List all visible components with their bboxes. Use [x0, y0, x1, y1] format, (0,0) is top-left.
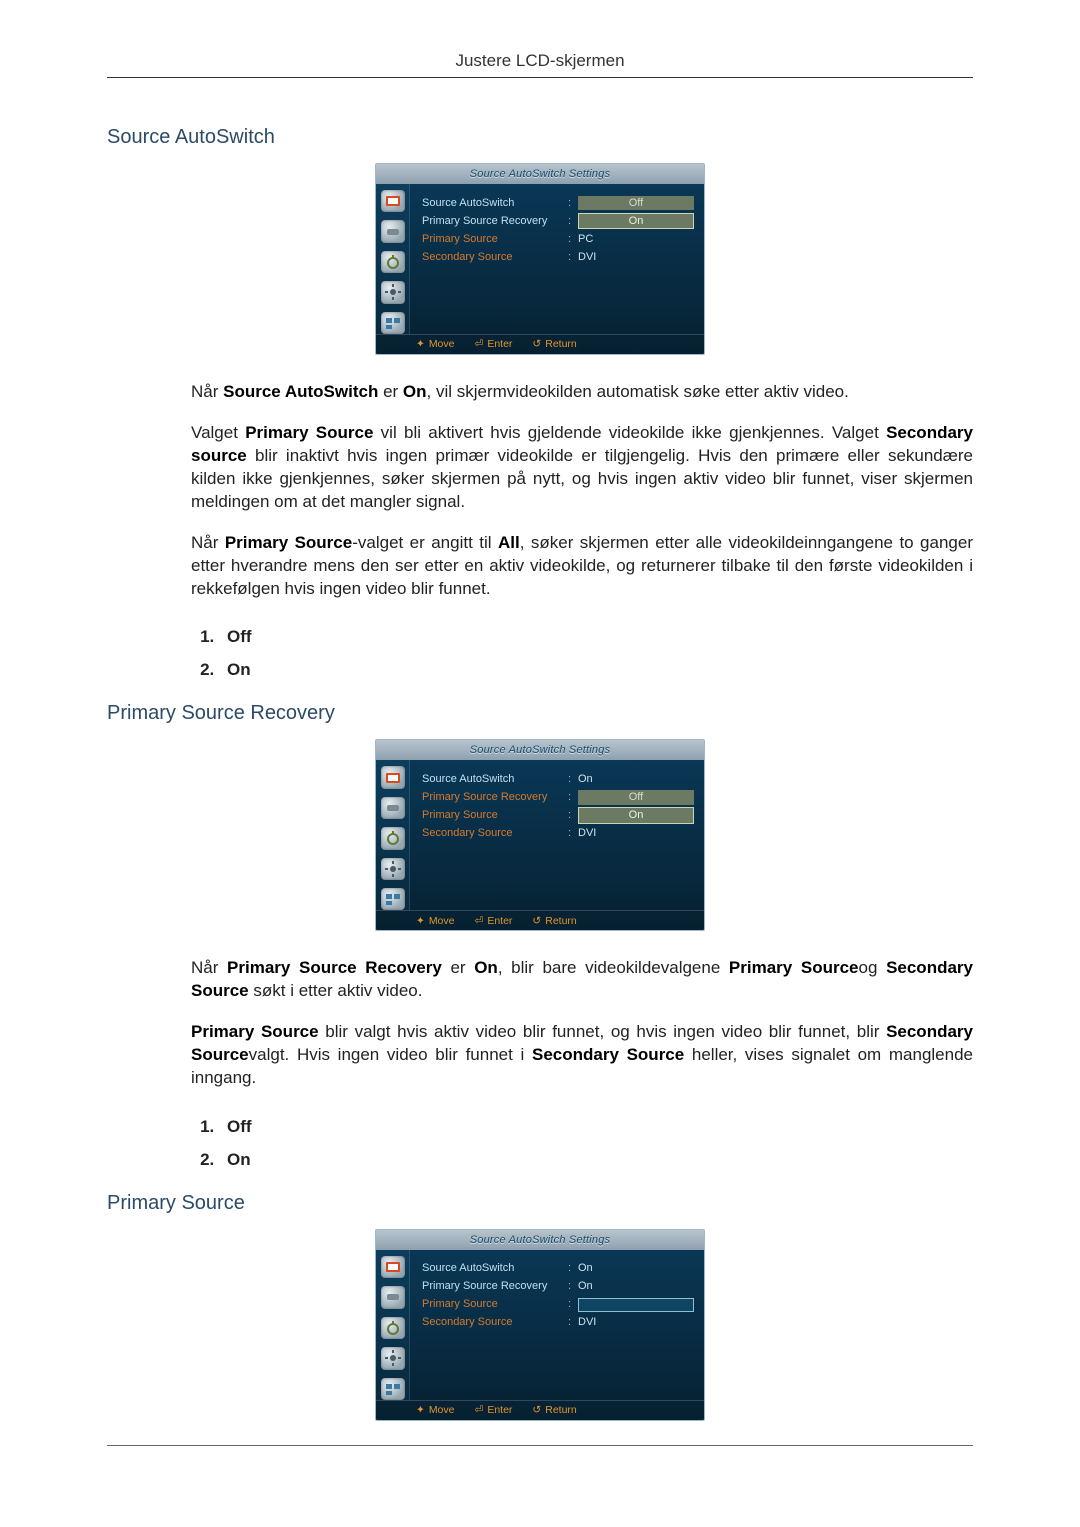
picture-icon[interactable] — [381, 766, 405, 788]
return-icon: ↺ — [532, 338, 541, 350]
picture-icon[interactable] — [381, 1256, 405, 1278]
input-icon[interactable] — [381, 1286, 405, 1308]
return-icon: ↺ — [532, 1404, 541, 1416]
foot-move: Move — [429, 915, 455, 927]
settings-icon[interactable] — [381, 858, 405, 880]
return-icon: ↺ — [532, 915, 541, 927]
move-icon: ✦ — [416, 915, 425, 927]
move-icon: ✦ — [416, 1404, 425, 1416]
option-off: Off — [227, 1117, 252, 1136]
timer-icon[interactable] — [381, 827, 405, 849]
multi-icon[interactable] — [381, 312, 405, 334]
foot-enter: Enter — [487, 338, 512, 350]
osd-row-label: Source AutoSwitch — [422, 1261, 568, 1276]
option-on: On — [227, 660, 251, 679]
osd-title: Source AutoSwitch Settings — [376, 1230, 704, 1250]
osd-value: DVI — [578, 1315, 694, 1330]
osd-value: DVI — [578, 250, 694, 265]
osd-primary-source: Source AutoSwitch Settings Source AutoSw… — [375, 1229, 705, 1421]
foot-return: Return — [545, 1404, 577, 1416]
timer-icon[interactable] — [381, 1317, 405, 1339]
osd-title: Source AutoSwitch Settings — [376, 740, 704, 760]
osd-value-selected[interactable]: On — [578, 807, 694, 824]
osd-title: Source AutoSwitch Settings — [376, 164, 704, 184]
osd-value: DVI — [578, 826, 694, 841]
osd-row-label: Secondary Source — [422, 826, 568, 841]
input-icon[interactable] — [381, 220, 405, 242]
osd-sidebar — [376, 760, 410, 910]
option-list-2: Off On — [219, 1116, 973, 1172]
body-text-1: Når Source AutoSwitch er On, vil skjermv… — [191, 381, 973, 601]
osd-value-input[interactable] — [578, 1298, 694, 1312]
osd-sidebar — [376, 1250, 410, 1400]
osd-value: PC — [578, 232, 694, 247]
settings-icon[interactable] — [381, 281, 405, 303]
osd-value[interactable]: Off — [578, 196, 694, 211]
enter-icon: ⏎ — [475, 1404, 484, 1416]
timer-icon[interactable] — [381, 251, 405, 273]
foot-move: Move — [429, 338, 455, 350]
move-icon: ✦ — [416, 338, 425, 350]
osd-row-label: Primary Source Recovery — [422, 1279, 568, 1294]
osd-value: On — [578, 772, 694, 787]
foot-return: Return — [545, 338, 577, 350]
foot-return: Return — [545, 915, 577, 927]
heading-primary-source-recovery: Primary Source Recovery — [107, 700, 973, 727]
osd-row-label: Secondary Source — [422, 250, 568, 265]
foot-enter: Enter — [487, 1404, 512, 1416]
enter-icon: ⏎ — [475, 915, 484, 927]
osd-value[interactable]: Off — [578, 790, 694, 805]
option-off: Off — [227, 627, 252, 646]
footer-rule — [107, 1445, 973, 1446]
foot-move: Move — [429, 1404, 455, 1416]
osd-row-label: Primary Source Recovery — [422, 214, 568, 229]
heading-primary-source: Primary Source — [107, 1190, 973, 1217]
osd-value-selected[interactable]: On — [578, 213, 694, 230]
osd-value: On — [578, 1279, 694, 1294]
osd-row-label: Primary Source — [422, 808, 568, 823]
osd-row-label: Primary Source — [422, 232, 568, 247]
multi-icon[interactable] — [381, 1378, 405, 1400]
osd-value: On — [578, 1261, 694, 1276]
osd-row-label: Source AutoSwitch — [422, 772, 568, 787]
settings-icon[interactable] — [381, 1347, 405, 1369]
body-text-2: Når Primary Source Recovery er On, blir … — [191, 957, 973, 1090]
foot-enter: Enter — [487, 915, 512, 927]
osd-row-label: Source AutoSwitch — [422, 196, 568, 211]
osd-footer: ✦ Move ⏎Enter ↺ Return — [376, 1400, 704, 1420]
enter-icon: ⏎ — [475, 338, 484, 350]
multi-icon[interactable] — [381, 888, 405, 910]
osd-source-autoswitch: Source AutoSwitch Settings Source AutoSw… — [375, 163, 705, 355]
osd-row-label: Primary Source Recovery — [422, 790, 568, 805]
page-header: Justere LCD-skjermen — [107, 50, 973, 78]
osd-sidebar — [376, 184, 410, 334]
option-list-1: Off On — [219, 626, 973, 682]
picture-icon[interactable] — [381, 190, 405, 212]
option-on: On — [227, 1150, 251, 1169]
osd-row-label: Secondary Source — [422, 1315, 568, 1330]
heading-source-autoswitch: Source AutoSwitch — [107, 124, 973, 151]
osd-primary-source-recovery: Source AutoSwitch Settings Source AutoSw… — [375, 739, 705, 931]
input-icon[interactable] — [381, 797, 405, 819]
osd-row-label: Primary Source — [422, 1297, 568, 1312]
osd-footer: ✦ Move ⏎Enter ↺ Return — [376, 910, 704, 930]
osd-footer: ✦ Move ⏎Enter ↺ Return — [376, 334, 704, 354]
